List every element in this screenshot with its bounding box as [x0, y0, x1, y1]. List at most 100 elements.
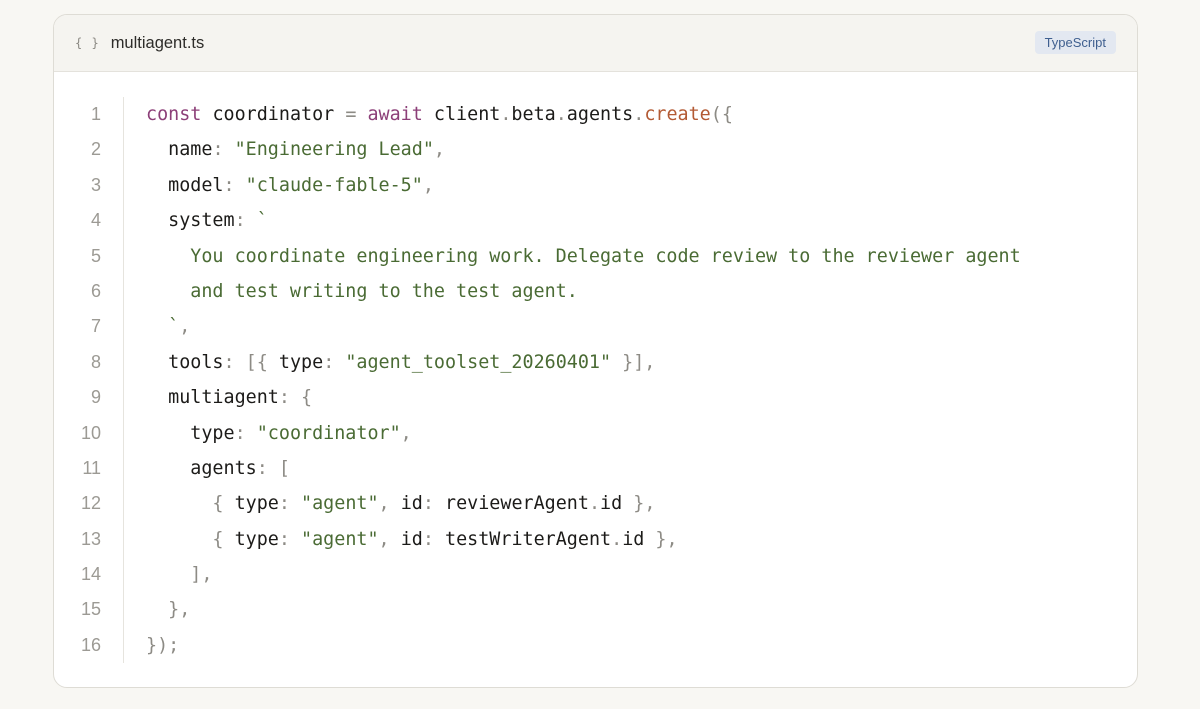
code-token: type: [234, 528, 279, 550]
code-token: type: [278, 351, 324, 373]
code-token: :: [234, 422, 257, 444]
line-number: 3: [90, 174, 101, 195]
code-block-header: { } multiagent.ts TypeScript: [54, 15, 1137, 72]
code-token: id: [622, 528, 645, 550]
code-line: type: "coordinator",: [146, 416, 1021, 451]
code-token: multiagent: [146, 387, 279, 409]
code-token: reviewerAgent: [445, 493, 589, 515]
line-number: 12: [80, 493, 101, 514]
code-token: : [: [256, 457, 290, 479]
code-token: :: [323, 351, 346, 373]
code-token: ,: [422, 174, 434, 196]
code-token: id: [400, 528, 423, 550]
code-token: create: [644, 104, 711, 125]
line-number: 1: [90, 104, 101, 124]
code-token: :: [278, 493, 302, 515]
line-number: 15: [80, 599, 101, 620]
code-token: },: [622, 493, 656, 515]
code-token: agents: [566, 104, 634, 125]
code-token: ,: [378, 493, 401, 515]
code-token: and test writing to the test agent.: [146, 280, 578, 302]
code-token: },: [644, 528, 678, 550]
code-line: You coordinate engineering work. Delegat…: [146, 239, 1021, 274]
line-number: 9: [90, 387, 101, 408]
line-number: 4: [90, 210, 101, 231]
code-line: and test writing to the test agent.: [146, 274, 1021, 309]
code-token: :: [422, 493, 446, 515]
code-token: ],: [146, 564, 213, 586]
line-number: 8: [90, 351, 101, 372]
code-token: },: [146, 599, 191, 621]
code-token: :: [212, 139, 235, 161]
code-token: :: [234, 210, 257, 232]
code-token: system: [146, 210, 235, 232]
code-line: multiagent: {: [146, 380, 1021, 415]
code-token: "agent": [301, 493, 379, 515]
code-token: :: [223, 174, 246, 196]
code-line: tools: [{ type: "agent_toolset_20260401"…: [146, 345, 1021, 380]
code-token: .: [555, 104, 567, 125]
code-token: type: [234, 493, 279, 515]
line-number: 16: [80, 634, 101, 655]
code-token: id: [400, 493, 423, 515]
line-number: 14: [80, 564, 101, 585]
code-token: :: [422, 528, 446, 550]
code-line: `,: [146, 309, 1021, 344]
line-number: 6: [90, 280, 101, 301]
code-token: {: [146, 493, 235, 515]
line-number: 11: [82, 457, 101, 478]
code-token: "coordinator": [256, 422, 401, 444]
code-token: `: [256, 210, 268, 232]
code-line: { type: "agent", id: reviewerAgent.id },: [146, 486, 1021, 521]
code-token: model: [146, 174, 224, 196]
code-token: tools: [146, 351, 224, 373]
code-token: testWriterAgent: [445, 528, 612, 550]
braces-icon: { }: [75, 36, 100, 50]
language-badge: TypeScript: [1034, 31, 1116, 54]
code-token: type: [146, 422, 235, 444]
code-line: ],: [146, 557, 1021, 592]
code-token: ,: [179, 316, 191, 338]
code-line: { type: "agent", id: testWriterAgent.id …: [146, 522, 1021, 557]
code-token: const: [146, 104, 202, 125]
code-line: system: `: [146, 203, 1021, 238]
code-line: agents: [: [146, 451, 1021, 486]
code-token: id: [600, 493, 623, 515]
code-token: coordinator: [201, 104, 346, 125]
code-token: "claude-fable-5": [245, 174, 423, 196]
code-token: : {: [278, 387, 313, 409]
line-number: 5: [90, 245, 101, 266]
code-line: model: "claude-fable-5",: [146, 168, 1021, 203]
code-token: .: [500, 104, 512, 125]
code-token: .: [588, 493, 601, 515]
code-token: }],: [611, 351, 656, 373]
line-number: 7: [90, 316, 101, 337]
code-block: { } multiagent.ts TypeScript 1 2 3 4 5 6 7 8 9 10…: [53, 14, 1138, 688]
code-line: },: [146, 592, 1021, 627]
code-token: agents: [146, 457, 257, 479]
code-token: ({: [710, 104, 733, 125]
file-name: multiagent.ts: [110, 33, 205, 52]
line-number: 2: [90, 139, 101, 160]
code-token: :: [278, 528, 302, 550]
code-token: client: [433, 104, 501, 125]
code-token: "agent": [301, 528, 379, 550]
line-number-gutter: 1 2 3 4 5 6 7 8 9 10 11 12 13 14 15 16: [54, 97, 124, 663]
code-token: ,: [378, 528, 401, 550]
code-token: await: [356, 104, 434, 125]
line-number: 10: [80, 422, 101, 443]
code-token: : [{: [223, 351, 279, 373]
code-token: .: [633, 104, 645, 125]
code-token: ,: [400, 422, 412, 444]
code-token: "agent_toolset_20260401": [345, 351, 612, 373]
code-token: beta: [511, 104, 556, 125]
code-content: const coordinator = await client.beta.ag…: [146, 97, 1021, 663]
code-token: "Engineering Lead": [234, 139, 434, 161]
code-token: =: [345, 104, 357, 125]
code-token: });: [146, 634, 180, 656]
code-token: You coordinate engineering work. Delegat…: [146, 245, 1021, 267]
code-token: ,: [433, 139, 445, 161]
code-line: name: "Engineering Lead",: [146, 132, 1021, 167]
code-token: {: [146, 528, 235, 550]
code-token: .: [611, 528, 623, 550]
